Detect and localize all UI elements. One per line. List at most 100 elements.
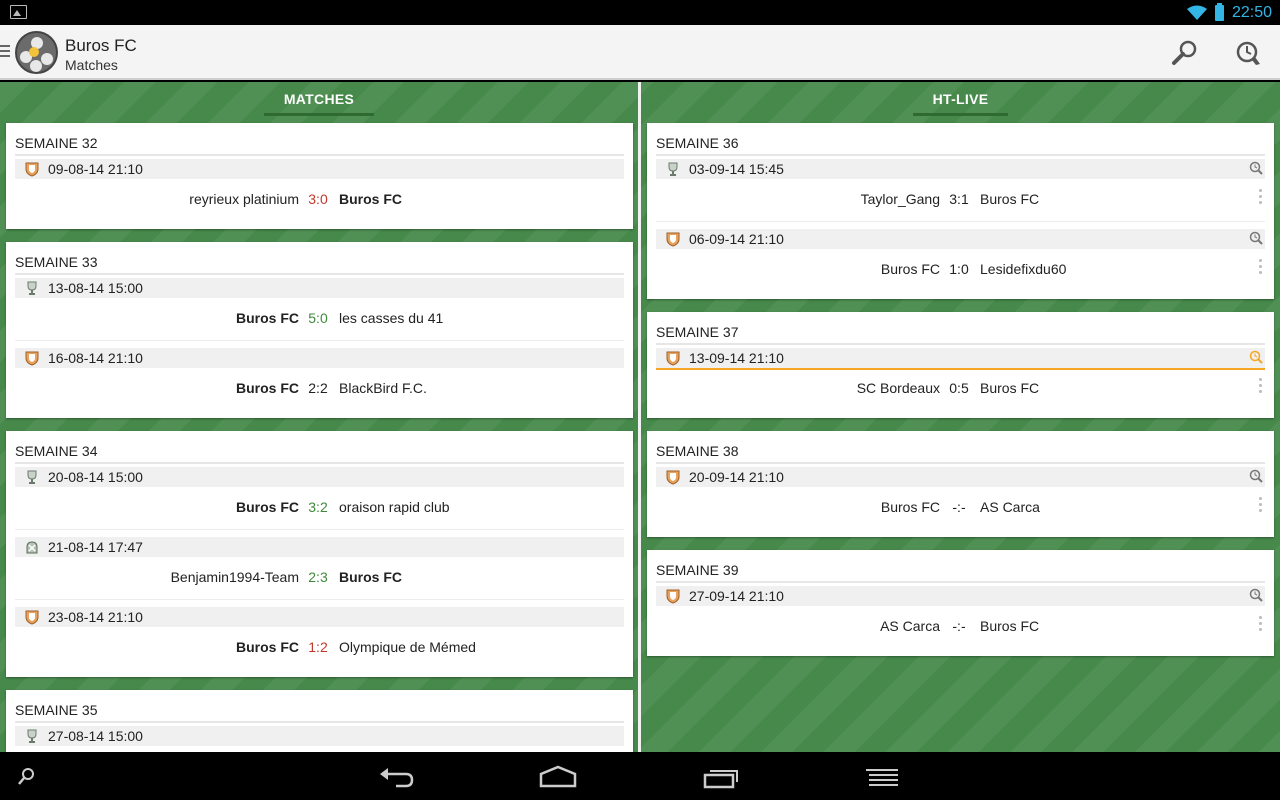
away-team: Buros FC: [980, 380, 1040, 396]
match-item[interactable]: 16-08-14 21:10 Buros FC 2:2 BlackBird F.…: [15, 348, 624, 418]
tab-ht-live[interactable]: HT-LIVE: [641, 82, 1280, 118]
week-card: SEMAINE 39 27-09-14 21:10 AS Carca -:- B…: [647, 550, 1274, 656]
search-icon: [18, 768, 34, 785]
away-team: Buros FC: [980, 191, 1040, 207]
match-date: 23-08-14 21:10: [48, 609, 143, 625]
back-icon: [380, 768, 414, 788]
match-item[interactable]: 03-09-14 15:45 Taylor_Gang 3:1 Buros FC: [656, 159, 1265, 229]
home-team: Buros FC: [236, 380, 299, 396]
alarm-on-icon[interactable]: [1249, 350, 1263, 364]
match-date: 27-08-14 15:00: [48, 728, 143, 744]
alarm-off-icon[interactable]: [1249, 161, 1263, 175]
back-button[interactable]: [376, 760, 416, 792]
match-score: 3:1: [949, 191, 969, 207]
away-team: les casses du 41: [339, 310, 444, 326]
more-options-icon[interactable]: [1259, 497, 1263, 515]
home-team: Benjamin1994-Team: [170, 569, 299, 585]
alarm-off-icon[interactable]: [1249, 231, 1263, 245]
away-team: Buros FC: [980, 618, 1040, 634]
away-team: Olympique de Mémed: [339, 639, 476, 655]
match-score: 1:2: [308, 639, 328, 655]
cup-trophy-icon: [27, 729, 37, 743]
home-team: Buros FC: [236, 310, 299, 326]
week-card: SEMAINE 32 09-08-14 21:10 reyrieux plati…: [6, 123, 633, 229]
week-title: SEMAINE 32: [15, 135, 98, 151]
match-score: 2:3: [308, 569, 328, 585]
match-date: 20-08-14 15:00: [48, 469, 143, 485]
more-options-icon[interactable]: [1259, 189, 1263, 207]
recent-apps-button[interactable]: [700, 760, 740, 792]
league-shield-icon: [666, 589, 680, 604]
match-score: 2:2: [308, 380, 328, 396]
league-shield-icon: [666, 351, 680, 366]
league-shield-icon: [25, 351, 39, 366]
match-score: 3:2: [308, 499, 328, 515]
search-icon: [1172, 40, 1197, 65]
home-button[interactable]: [538, 760, 578, 792]
week-title: SEMAINE 37: [656, 324, 739, 340]
away-team: BlackBird F.C.: [339, 380, 427, 396]
league-shield-icon: [25, 162, 39, 177]
away-team: Buros FC: [339, 191, 402, 207]
tab-matches[interactable]: MATCHES: [0, 82, 638, 118]
away-team: Buros FC: [339, 569, 402, 585]
match-item[interactable]: 20-08-14 15:00 Buros FC 3:2 oraison rapi…: [15, 467, 624, 537]
match-item[interactable]: 20-09-14 21:10 Buros FC -:- AS Carca: [656, 467, 1265, 537]
home-icon: [539, 765, 577, 788]
match-date: 21-08-14 17:47: [48, 539, 143, 555]
match-date: 06-09-14 21:10: [689, 231, 784, 247]
more-options-icon[interactable]: [1259, 616, 1263, 634]
cup-trophy-icon: [668, 162, 678, 176]
alarm-icon: [1236, 41, 1260, 65]
alarm-button[interactable]: [1232, 37, 1264, 69]
home-team: Buros FC: [236, 499, 299, 515]
football-logo-icon[interactable]: [15, 31, 58, 74]
match-date: 13-08-14 15:00: [48, 280, 143, 296]
league-shield-icon: [666, 232, 680, 247]
status-bar: 22:50: [0, 0, 1280, 25]
match-date: 20-09-14 21:10: [689, 469, 784, 485]
recent-apps-icon: [703, 770, 738, 789]
week-title: SEMAINE 35: [15, 702, 98, 718]
home-team: Buros FC: [880, 499, 940, 515]
away-team: AS Carca: [980, 499, 1040, 515]
menu-icon: [866, 769, 898, 786]
htlive-column[interactable]: HT-LIVE SEMAINE 36 03-09-14 15:45 Taylor…: [641, 82, 1280, 752]
alarm-off-icon[interactable]: [1249, 469, 1263, 483]
league-shield-icon: [666, 470, 680, 485]
battery-icon: [1214, 3, 1224, 21]
match-item[interactable]: 23-08-14 21:10 Buros FC 1:2 Olympique de…: [15, 607, 624, 677]
match-item[interactable]: 09-08-14 21:10 reyrieux platinium 3:0 Bu…: [15, 159, 624, 229]
drawer-indicator-icon[interactable]: [0, 45, 10, 59]
week-card: SEMAINE 36 03-09-14 15:45 Taylor_Gang 3:…: [647, 123, 1274, 299]
week-title: SEMAINE 34: [15, 443, 98, 459]
week-card: SEMAINE 38 20-09-14 21:10 Buros FC -:- A…: [647, 431, 1274, 537]
match-item[interactable]: 27-08-14 15:00: [15, 726, 624, 752]
alarm-off-icon[interactable]: [1249, 588, 1263, 602]
match-item[interactable]: 06-09-14 21:10 Buros FC 1:0 Lesidefixdu6…: [656, 229, 1265, 299]
home-team: Buros FC: [880, 261, 940, 277]
image-notification-icon: [10, 5, 27, 19]
nav-search-button[interactable]: [14, 760, 38, 792]
match-item[interactable]: 13-08-14 15:00 Buros FC 5:0 les casses d…: [15, 278, 624, 348]
search-button[interactable]: [1169, 37, 1201, 69]
match-item[interactable]: 27-09-14 21:10 AS Carca -:- Buros FC: [656, 586, 1265, 656]
match-date: 27-09-14 21:10: [689, 588, 784, 604]
navigation-bar: [0, 752, 1280, 800]
action-bar: Buros FC Matches: [0, 25, 1280, 80]
cup-trophy-icon: [27, 470, 37, 484]
match-date: 16-08-14 21:10: [48, 350, 143, 366]
match-item-selected[interactable]: 13-09-14 21:10 SC Bordeaux 0:5 Buros FC: [656, 348, 1265, 418]
league-shield-icon: [25, 610, 39, 625]
matches-column[interactable]: MATCHES SEMAINE 32 09-08-14 21:10 reyrie…: [0, 82, 638, 752]
more-options-icon[interactable]: [1259, 259, 1263, 277]
match-item[interactable]: 21-08-14 17:47 Benjamin1994-Team 2:3 Bur…: [15, 537, 624, 607]
more-options-icon[interactable]: [1259, 378, 1263, 396]
week-title: SEMAINE 36: [656, 135, 739, 151]
menu-button[interactable]: [862, 760, 902, 792]
home-team: reyrieux platinium: [189, 191, 299, 207]
friendly-match-icon: [26, 541, 38, 554]
home-team: AS Carca: [880, 618, 940, 634]
match-score: 1:0: [949, 261, 969, 277]
clock: 22:50: [1231, 4, 1272, 21]
